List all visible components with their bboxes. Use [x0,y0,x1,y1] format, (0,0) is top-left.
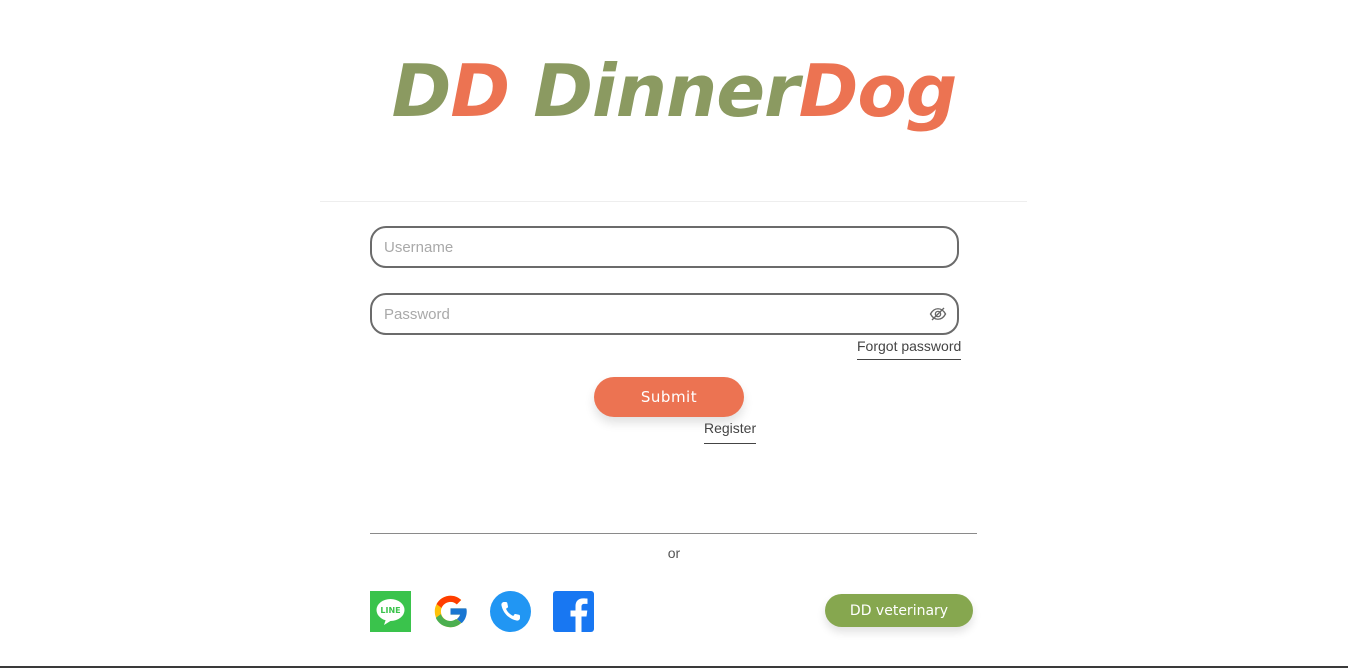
or-divider-line [370,533,977,534]
password-field[interactable] [370,293,959,335]
line-icon-label: LINE [380,606,400,615]
phone-icon[interactable] [490,591,531,632]
login-page: DD DinnerDog Forgot password Submit Regi… [0,0,1348,668]
logo-letter-d-green: D [391,49,452,133]
header-divider [320,201,1027,202]
or-label: or [667,545,681,561]
register-link[interactable]: Register [704,420,757,444]
logo-word-dog: Dog [798,49,958,133]
line-icon[interactable]: LINE [370,591,411,632]
username-input[interactable] [384,228,904,266]
eye-slash-icon[interactable] [929,305,947,323]
facebook-icon[interactable] [553,591,594,632]
logo-word-dinner: Dinner [533,49,799,133]
dd-veterinary-button[interactable]: DD veterinary [825,594,973,627]
submit-button[interactable]: Submit [594,377,744,417]
password-input[interactable] [384,295,904,333]
google-icon[interactable] [430,591,471,632]
username-field[interactable] [370,226,959,268]
forgot-password-link[interactable]: Forgot password [857,338,962,360]
app-logo: DD DinnerDog [0,46,1348,136]
logo-letter-d-orange: D [450,49,510,133]
